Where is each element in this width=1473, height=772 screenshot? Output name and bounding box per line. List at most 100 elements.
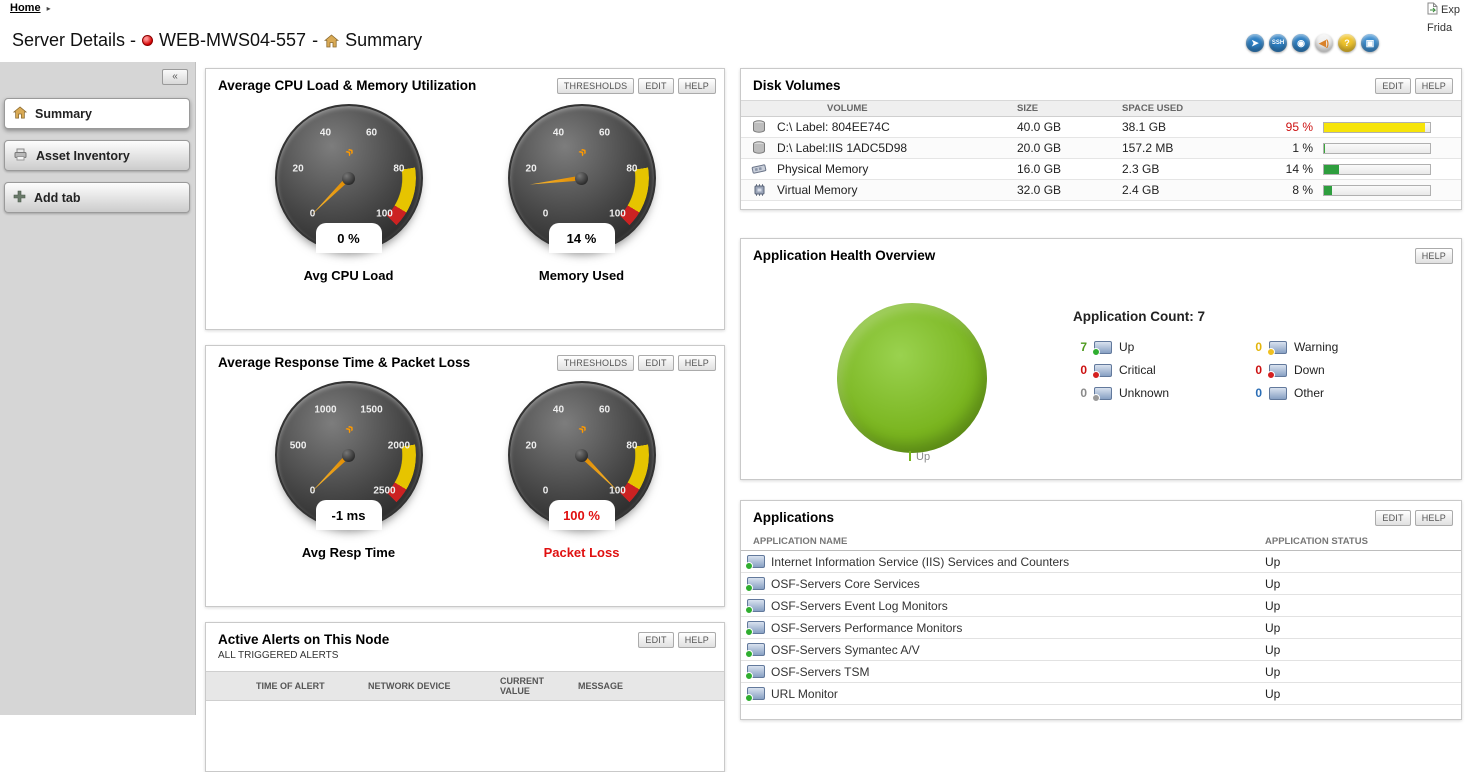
- disk-table-header: VOLUME SIZE SPACE USED: [741, 100, 1461, 117]
- gauge-tick: 0: [542, 208, 549, 220]
- gauge-memory-used: 0 20 40 60 80 100 » 14 % Memory Used: [477, 104, 687, 283]
- application-name-link[interactable]: OSF-Servers Performance Monitors: [771, 621, 1265, 635]
- page-title-prefix: Server Details -: [12, 30, 137, 50]
- gauge-label: Memory Used: [538, 268, 625, 283]
- application-status: Up: [1265, 620, 1281, 635]
- volume-name-link[interactable]: Virtual Memory: [777, 183, 1017, 197]
- legend-item-warning: 0 Warning: [1248, 340, 1423, 356]
- volume-percent: 14 %: [1285, 162, 1313, 176]
- help-button[interactable]: HELP: [1414, 78, 1453, 94]
- telnet-icon[interactable]: ➤: [1246, 34, 1264, 52]
- gauge-tick: 0: [542, 485, 549, 497]
- home-icon: [12, 105, 28, 122]
- app-status-down-icon: [1267, 363, 1287, 379]
- pie-slice-label: Up: [916, 451, 931, 463]
- apps-table-header: APPLICATION NAME APPLICATION STATUS: [741, 532, 1461, 551]
- help-icon[interactable]: ?: [1338, 34, 1356, 52]
- thresholds-button[interactable]: THRESHOLDS: [556, 355, 635, 371]
- ping-icon[interactable]: ◉: [1292, 34, 1310, 52]
- help-button[interactable]: HELP: [677, 78, 716, 94]
- memory-icon: [741, 162, 777, 176]
- help-button[interactable]: HELP: [677, 355, 716, 371]
- breadcrumb-home-link[interactable]: Home: [10, 2, 41, 14]
- gauge-avg-resp-time: 0 500 1000 1500 2000 2500 » -1 ms Avg Re…: [244, 381, 454, 560]
- volume-used: 38.1 GB: [1122, 120, 1167, 134]
- help-button[interactable]: HELP: [1414, 510, 1453, 526]
- application-name-link[interactable]: OSF-Servers Core Services: [771, 577, 1265, 591]
- edit-button[interactable]: EDIT: [638, 632, 674, 648]
- ssh-icon[interactable]: SSH: [1269, 34, 1287, 52]
- volume-used: 157.2 MB: [1122, 141, 1174, 155]
- thresholds-button[interactable]: THRESHOLDS: [556, 78, 635, 94]
- mute-alerts-icon[interactable]: ◀): [1315, 34, 1333, 52]
- help-button[interactable]: HELP: [1414, 248, 1453, 264]
- gauge-tick: 1500: [360, 404, 383, 416]
- gauge-dial: 0 500 1000 1500 2000 2500 » -1 ms: [274, 381, 423, 530]
- sidebar-tab-add[interactable]: Add tab: [4, 182, 190, 213]
- home-icon: [324, 33, 340, 48]
- column-header: APPLICATION STATUS: [1265, 536, 1368, 547]
- gauge-tick: 20: [292, 163, 304, 175]
- gauge-value: 0 %: [337, 230, 360, 246]
- application-name-link[interactable]: OSF-Servers Event Log Monitors: [771, 599, 1265, 613]
- column-header: SIZE: [1017, 103, 1039, 114]
- application-up-icon: [741, 665, 771, 680]
- usage-bar: [1323, 121, 1431, 133]
- sidebar-tab-label: Asset Inventory: [36, 148, 130, 163]
- table-row: C:\ Label: 804EE74C 40.0 GB 38.1 GB 95 %: [741, 117, 1461, 138]
- volume-name-link[interactable]: D:\ Label:IIS 1ADC5D98: [777, 141, 1017, 155]
- gauge-tick: 80: [626, 163, 638, 175]
- edit-button[interactable]: EDIT: [1375, 510, 1411, 526]
- panel-title: Application Health Overview: [753, 248, 936, 263]
- table-row: Virtual Memory 32.0 GB 2.4 GB 8 %: [741, 180, 1461, 201]
- application-name-link[interactable]: Internet Information Service (IIS) Servi…: [771, 555, 1265, 569]
- legend-label: Up: [1119, 340, 1135, 354]
- pie-callout-line: [909, 451, 911, 461]
- column-header: CURRENT VALUE: [500, 676, 544, 696]
- export-icon: [1427, 2, 1438, 18]
- legend-label: Down: [1294, 363, 1325, 377]
- sidebar-tab-summary[interactable]: Summary: [4, 98, 190, 129]
- application-up-icon: [741, 555, 771, 570]
- view-name: Summary: [345, 30, 423, 50]
- edit-button[interactable]: EDIT: [638, 78, 674, 94]
- volume-name-link[interactable]: C:\ Label: 804EE74C: [777, 120, 1017, 134]
- help-button[interactable]: HELP: [677, 632, 716, 648]
- volume-used: 2.3 GB: [1122, 162, 1160, 176]
- application-up-icon: [741, 643, 771, 658]
- volume-size: 40.0 GB: [1017, 120, 1062, 134]
- application-name-link[interactable]: OSF-Servers Symantec A/V: [771, 643, 1265, 657]
- sidebar-tab-asset-inventory[interactable]: Asset Inventory: [4, 140, 190, 171]
- application-up-icon: [741, 599, 771, 614]
- edit-button[interactable]: EDIT: [638, 355, 674, 371]
- export-link[interactable]: Exp: [1427, 2, 1473, 18]
- table-row: Internet Information Service (IIS) Servi…: [741, 551, 1461, 573]
- gauge-value: 14 %: [566, 230, 597, 246]
- application-name-link[interactable]: URL Monitor: [771, 687, 1265, 701]
- gauge-tick: 20: [525, 163, 537, 175]
- remote-desktop-icon[interactable]: ▣: [1361, 34, 1379, 52]
- column-header: VOLUME: [827, 103, 868, 114]
- application-name-link[interactable]: OSF-Servers TSM: [771, 665, 1265, 679]
- legend-item-critical: 0 Critical: [1073, 363, 1248, 379]
- health-pie-chart: [837, 303, 987, 453]
- gauge-hub: [575, 171, 588, 185]
- pie-callout: Up: [909, 451, 930, 463]
- edit-button[interactable]: EDIT: [1375, 78, 1411, 94]
- app-status-critical-icon: [1092, 363, 1112, 379]
- panel-title: Average CPU Load & Memory Utilization: [218, 78, 477, 93]
- panel-response-packetloss: Average Response Time & Packet Loss THRE…: [205, 345, 725, 607]
- volume-name-link[interactable]: Physical Memory: [777, 162, 1017, 176]
- volume-percent: 8 %: [1292, 183, 1313, 197]
- sidebar-collapse-button[interactable]: «: [162, 69, 188, 85]
- legend-count: 0: [1255, 386, 1262, 400]
- application-status: Up: [1265, 686, 1281, 701]
- panel-applications: Applications EDIT HELP APPLICATION NAME …: [740, 500, 1462, 720]
- column-header: APPLICATION NAME: [753, 536, 848, 547]
- panel-disk-volumes: Disk Volumes EDIT HELP VOLUME SIZE SPACE…: [740, 68, 1462, 210]
- legend-count: 0: [1255, 340, 1262, 354]
- panel-title: Applications: [753, 510, 835, 525]
- legend-item-up: 7 Up: [1073, 340, 1248, 356]
- application-status: Up: [1265, 642, 1281, 657]
- volume-size: 20.0 GB: [1017, 141, 1062, 155]
